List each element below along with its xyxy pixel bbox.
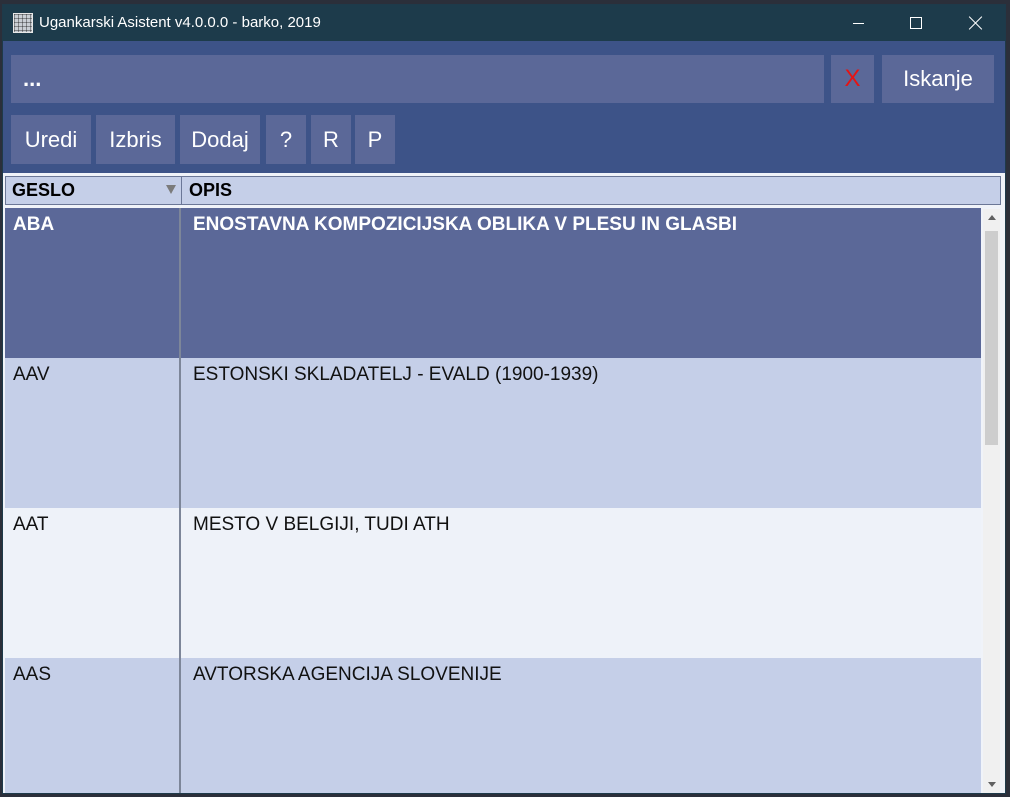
minimize-button[interactable] (829, 5, 887, 41)
column-header-geslo[interactable]: GESLO (6, 177, 182, 204)
column-header-label: OPIS (189, 180, 233, 200)
data-grid: GESLO OPIS ABA ENOSTAVNA KOMPOZICIJSKA O… (3, 173, 1005, 793)
r-button[interactable]: R (311, 115, 351, 164)
search-button[interactable]: Iskanje (882, 55, 994, 103)
cell-geslo: ABA (5, 208, 181, 358)
scroll-down-button[interactable] (983, 776, 1000, 793)
cell-opis: AVTORSKA AGENCIJA SLOVENIJE (193, 664, 502, 685)
app-window: Ugankarski Asistent v4.0.0.0 - barko, 20… (3, 5, 1005, 793)
maximize-button[interactable] (887, 5, 945, 41)
grid-rows: ABA ENOSTAVNA KOMPOZICIJSKA OBLIKA V PLE… (5, 208, 981, 793)
cell-geslo: AAT (5, 508, 181, 658)
edit-button[interactable]: Uredi (11, 115, 91, 164)
minimize-icon (852, 22, 864, 24)
window-title: Ugankarski Asistent v4.0.0.0 - barko, 20… (39, 14, 321, 31)
column-header-label: GESLO (12, 180, 76, 200)
delete-button[interactable]: Izbris (96, 115, 175, 164)
column-header-opis[interactable]: OPIS (183, 177, 993, 204)
cell-geslo: AAV (5, 358, 181, 508)
table-row[interactable]: AAT MESTO V BELGIJI, TUDI ATH (5, 508, 981, 658)
grid-header: GESLO OPIS (5, 176, 1001, 205)
sort-descending-icon (166, 185, 176, 194)
app-grid-icon (13, 13, 33, 33)
search-input[interactable] (11, 55, 824, 103)
cell-opis: MESTO V BELGIJI, TUDI ATH (193, 514, 450, 535)
clear-search-button[interactable]: X (831, 55, 874, 103)
scrollbar-thumb[interactable] (985, 231, 998, 445)
help-button[interactable]: ? (266, 115, 306, 164)
cell-geslo: AAS (5, 658, 181, 793)
table-row[interactable]: AAV ESTONSKI SKLADATELJ - EVALD (1900-19… (5, 358, 981, 508)
vertical-scrollbar[interactable] (983, 209, 1000, 793)
table-row[interactable]: AAS AVTORSKA AGENCIJA SLOVENIJE (5, 658, 981, 793)
cell-opis: ESTONSKI SKLADATELJ - EVALD (1900-1939) (193, 364, 599, 385)
cell-opis: ENOSTAVNA KOMPOZICIJSKA OBLIKA V PLESU I… (193, 214, 737, 235)
table-row[interactable]: ABA ENOSTAVNA KOMPOZICIJSKA OBLIKA V PLE… (5, 208, 981, 358)
maximize-icon (910, 17, 922, 29)
scroll-up-button[interactable] (983, 209, 1000, 226)
add-button[interactable]: Dodaj (180, 115, 260, 164)
title-bar[interactable]: Ugankarski Asistent v4.0.0.0 - barko, 20… (3, 5, 1005, 41)
p-button[interactable]: P (355, 115, 395, 164)
chevron-up-icon (987, 215, 996, 220)
close-icon (969, 16, 983, 30)
close-window-button[interactable] (947, 5, 1005, 41)
chevron-down-icon (987, 782, 996, 787)
